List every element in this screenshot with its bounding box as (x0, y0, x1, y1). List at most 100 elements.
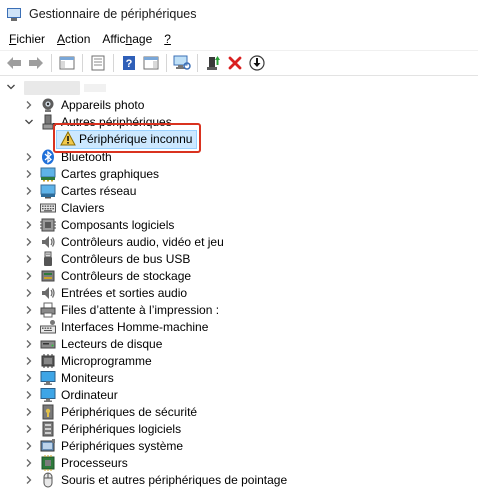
software-component-icon (40, 218, 56, 232)
monitor-icon (40, 371, 56, 385)
hid-icon (40, 320, 56, 334)
chevron-right-icon[interactable] (24, 475, 34, 485)
tree-item-label: Entrées et sorties audio (61, 286, 188, 300)
computer-name-redacted (84, 84, 106, 92)
device-manager-icon (6, 6, 22, 22)
chevron-right-icon[interactable] (24, 339, 34, 349)
uninstall-device-button[interactable] (224, 53, 245, 73)
tree-item[interactable]: Files d’attente à l’impression : (0, 302, 478, 319)
chevron-right-icon[interactable] (24, 390, 34, 400)
tree-item-label: Périphériques système (61, 439, 184, 453)
forward-icon (28, 56, 43, 69)
help-button[interactable]: ? (118, 53, 139, 73)
show-hide-console-tree-icon (59, 56, 74, 69)
chevron-down-icon[interactable] (6, 82, 16, 92)
chevron-right-icon[interactable] (24, 271, 34, 281)
computer-name-redacted (24, 81, 80, 95)
action-pane-button[interactable] (140, 53, 161, 73)
back-button[interactable] (3, 53, 24, 73)
tree-item[interactable]: Microprogramme (0, 353, 478, 370)
tree-item[interactable]: Cartes graphiques (0, 166, 478, 183)
tree-item-label: Périphériques logiciels (61, 422, 182, 436)
tree-item-label: Moniteurs (61, 371, 114, 385)
chevron-right-icon[interactable] (24, 356, 34, 366)
properties-button[interactable] (87, 53, 108, 73)
disable-device-button[interactable] (246, 53, 267, 73)
chevron-right-icon[interactable] (24, 424, 34, 434)
menu-help[interactable]: ? (158, 32, 177, 46)
tree-item[interactable]: Processeurs (0, 455, 478, 472)
tree-item[interactable]: Bluetooth (0, 149, 478, 166)
toolbar-separator (51, 53, 52, 72)
firmware-icon (41, 354, 55, 368)
tree-item[interactable]: Contrôleurs audio, vidéo et jeu (0, 234, 478, 251)
tree-item[interactable]: Périphériques logiciels (0, 421, 478, 438)
audio-io-icon (42, 287, 55, 299)
chevron-right-icon[interactable] (24, 203, 34, 213)
chevron-right-icon[interactable] (24, 169, 34, 179)
usb-icon (44, 251, 52, 266)
tree-item[interactable]: Moniteurs (0, 370, 478, 387)
help-icon: ? (122, 55, 135, 70)
chevron-right-icon[interactable] (24, 441, 34, 451)
security-device-icon (42, 404, 54, 420)
menu-affichage[interactable]: Affichage (96, 32, 158, 46)
tree-item-label: Souris et autres périphériques de pointa… (61, 473, 288, 487)
network-adapter-icon (40, 184, 56, 199)
back-icon (6, 56, 21, 69)
chevron-right-icon[interactable] (24, 305, 34, 315)
tree-item[interactable]: Périphériques système (0, 438, 478, 455)
menu-action[interactable]: Action (51, 32, 96, 46)
tree-item[interactable]: Contrôleurs de bus USB (0, 251, 478, 268)
chevron-right-icon[interactable] (24, 458, 34, 468)
tree-item-label: Autres périphériques (61, 115, 172, 129)
chevron-right-icon[interactable] (24, 237, 34, 247)
chevron-right-icon[interactable] (24, 186, 34, 196)
tree-item[interactable]: Composants logiciels (0, 217, 478, 234)
tree-item[interactable]: Périphériques de sécurité (0, 404, 478, 421)
tree-item[interactable]: Entrées et sorties audio (0, 285, 478, 302)
bluetooth-icon (42, 149, 54, 165)
menu-fichier[interactable]: Fichier (3, 32, 51, 46)
show-hide-console-tree-button[interactable] (56, 53, 77, 73)
tree-child-label: Périphérique inconnu (79, 132, 193, 146)
properties-icon (91, 55, 104, 70)
chevron-right-icon[interactable] (24, 407, 34, 417)
forward-button[interactable] (25, 53, 46, 73)
chevron-right-icon[interactable] (24, 220, 34, 230)
toolbar-separator (166, 53, 167, 72)
tree-item[interactable]: Cartes réseau (0, 183, 478, 200)
chevron-right-icon[interactable] (24, 373, 34, 383)
camera-icon (42, 98, 54, 112)
tree-item-label: Composants logiciels (61, 218, 175, 232)
tree-item[interactable]: Lecteurs de disque (0, 336, 478, 353)
mouse-icon (43, 472, 53, 488)
tree-item[interactable]: Claviers (0, 200, 478, 217)
chevron-right-icon[interactable] (24, 322, 34, 332)
tree-item[interactable]: ? Autres périphériques (0, 114, 478, 131)
tree-root[interactable] (0, 80, 478, 97)
update-driver-button[interactable] (202, 53, 223, 73)
tree-item-label: Contrôleurs audio, vidéo et jeu (61, 235, 224, 249)
processor-icon (41, 455, 55, 471)
tree-item[interactable]: Appareils photo (0, 97, 478, 114)
scan-hardware-button[interactable] (171, 53, 192, 73)
chevron-right-icon[interactable] (24, 152, 34, 162)
tree-child-item[interactable]: Périphérique inconnu (0, 130, 478, 149)
keyboard-icon (40, 203, 56, 213)
chevron-right-icon[interactable] (24, 254, 34, 264)
tree-item[interactable]: Interfaces Homme-machine (0, 319, 478, 336)
audio-icon (42, 236, 55, 248)
tree-item-label: Claviers (61, 201, 105, 215)
chevron-right-icon[interactable] (24, 100, 34, 110)
disable-device-icon (248, 54, 265, 71)
chevron-down-icon[interactable] (24, 117, 34, 127)
toolbar-separator (82, 53, 83, 72)
tree-item[interactable]: Contrôleurs de stockage (0, 268, 478, 285)
title-bar: Gestionnaire de périphériques (0, 0, 478, 28)
chevron-right-icon[interactable] (24, 288, 34, 298)
tree-item-label: Ordinateur (61, 388, 118, 402)
tree-item[interactable]: Ordinateur (0, 387, 478, 404)
svg-text:?: ? (125, 58, 132, 70)
tree-item[interactable]: Souris et autres périphériques de pointa… (0, 472, 478, 489)
